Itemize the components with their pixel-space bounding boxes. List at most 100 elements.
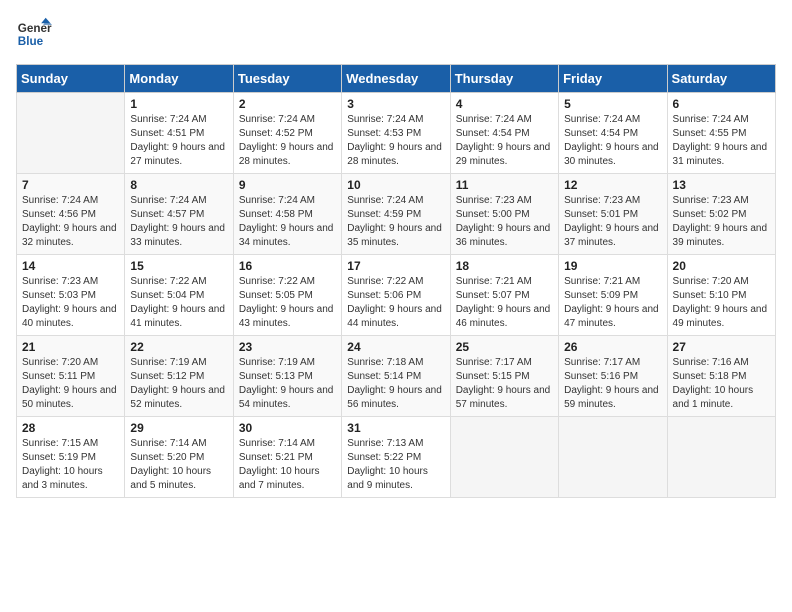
- day-number: 7: [22, 178, 119, 192]
- calendar-cell: 13 Sunrise: 7:23 AMSunset: 5:02 PMDayligh…: [667, 174, 775, 255]
- calendar-week-row: 1 Sunrise: 7:24 AMSunset: 4:51 PMDaylight…: [17, 93, 776, 174]
- logo-icon: General Blue: [16, 16, 52, 52]
- day-number: 27: [673, 340, 770, 354]
- day-info: Sunrise: 7:18 AMSunset: 5:14 PMDaylight:…: [347, 356, 444, 412]
- day-info: Sunrise: 7:24 AMSunset: 4:56 PMDaylight:…: [22, 194, 119, 250]
- calendar-cell: 25 Sunrise: 7:17 AMSunset: 5:15 PMDayligh…: [450, 336, 558, 417]
- day-number: 26: [564, 340, 661, 354]
- page-header: General Blue: [16, 16, 776, 52]
- day-info: Sunrise: 7:24 AMSunset: 4:51 PMDaylight:…: [130, 113, 227, 169]
- day-number: 21: [22, 340, 119, 354]
- calendar-cell: 26 Sunrise: 7:17 AMSunset: 5:16 PMDayligh…: [559, 336, 667, 417]
- calendar-cell: [667, 417, 775, 498]
- day-info: Sunrise: 7:24 AMSunset: 4:52 PMDaylight:…: [239, 113, 336, 169]
- day-info: Sunrise: 7:24 AMSunset: 4:57 PMDaylight:…: [130, 194, 227, 250]
- calendar-cell: 15Sunrise: 7:22 AMSunset: 5:04 PMDayligh…: [125, 255, 233, 336]
- day-info: Sunrise: 7:24 AMSunset: 4:54 PMDaylight:…: [564, 113, 661, 169]
- calendar-cell: 5Sunrise: 7:24 AMSunset: 4:54 PMDaylight…: [559, 93, 667, 174]
- calendar-week-row: 7 Sunrise: 7:24 AMSunset: 4:56 PMDaylight…: [17, 174, 776, 255]
- day-info: Sunrise: 7:17 AMSunset: 5:15 PMDaylight:…: [456, 356, 553, 412]
- day-info: Sunrise: 7:23 AMSunset: 5:00 PMDaylight:…: [456, 194, 553, 250]
- day-info: Sunrise: 7:16 AMSunset: 5:18 PMDaylight:…: [673, 356, 770, 412]
- day-number: 23: [239, 340, 336, 354]
- day-info: Sunrise: 7:22 AMSunset: 5:05 PMDaylight:…: [239, 275, 336, 331]
- calendar-cell: 28Sunrise: 7:15 AMSunset: 5:19 PMDayligh…: [17, 417, 125, 498]
- calendar-cell: [559, 417, 667, 498]
- day-info: Sunrise: 7:24 AMSunset: 4:55 PMDaylight:…: [673, 113, 770, 169]
- day-number: 25: [456, 340, 553, 354]
- calendar-cell: 9Sunrise: 7:24 AMSunset: 4:58 PMDaylight…: [233, 174, 341, 255]
- day-number: 11: [456, 178, 553, 192]
- calendar-cell: 8Sunrise: 7:24 AMSunset: 4:57 PMDaylight…: [125, 174, 233, 255]
- day-info: Sunrise: 7:24 AMSunset: 4:53 PMDaylight:…: [347, 113, 444, 169]
- day-info: Sunrise: 7:23 AMSunset: 5:02 PMDaylight:…: [673, 194, 770, 250]
- day-number: 31: [347, 421, 444, 435]
- day-number: 19: [564, 259, 661, 273]
- calendar-cell: 29 Sunrise: 7:14 AMSunset: 5:20 PMDayligh…: [125, 417, 233, 498]
- calendar-cell: 18 Sunrise: 7:21 AMSunset: 5:07 PMDayligh…: [450, 255, 558, 336]
- day-number: 9: [239, 178, 336, 192]
- day-number: 18: [456, 259, 553, 273]
- day-number: 13: [673, 178, 770, 192]
- day-info: Sunrise: 7:23 AMSunset: 5:01 PMDaylight:…: [564, 194, 661, 250]
- day-info: Sunrise: 7:17 AMSunset: 5:16 PMDaylight:…: [564, 356, 661, 412]
- day-number: 14: [22, 259, 119, 273]
- day-info: Sunrise: 7:14 AMSunset: 5:20 PMDaylight:…: [130, 437, 227, 493]
- calendar-cell: [450, 417, 558, 498]
- day-info: Sunrise: 7:20 AMSunset: 5:10 PMDaylight:…: [673, 275, 770, 331]
- day-info: Sunrise: 7:21 AMSunset: 5:09 PMDaylight:…: [564, 275, 661, 331]
- calendar-cell: 14 Sunrise: 7:23 AMSunset: 5:03 PMDayligh…: [17, 255, 125, 336]
- day-info: Sunrise: 7:23 AMSunset: 5:03 PMDaylight:…: [22, 275, 119, 331]
- day-info: Sunrise: 7:24 AMSunset: 4:54 PMDaylight:…: [456, 113, 553, 169]
- day-number: 1: [130, 97, 227, 111]
- svg-text:Blue: Blue: [18, 35, 44, 48]
- weekday-header: Tuesday: [233, 65, 341, 93]
- weekday-header: Friday: [559, 65, 667, 93]
- calendar-cell: 4 Sunrise: 7:24 AMSunset: 4:54 PMDaylight…: [450, 93, 558, 174]
- weekday-header: Thursday: [450, 65, 558, 93]
- calendar-cell: 22Sunrise: 7:19 AMSunset: 5:12 PMDayligh…: [125, 336, 233, 417]
- day-info: Sunrise: 7:19 AMSunset: 5:12 PMDaylight:…: [130, 356, 227, 412]
- day-number: 24: [347, 340, 444, 354]
- calendar-week-row: 28Sunrise: 7:15 AMSunset: 5:19 PMDayligh…: [17, 417, 776, 498]
- calendar-cell: 30 Sunrise: 7:14 AMSunset: 5:21 PMDayligh…: [233, 417, 341, 498]
- calendar-cell: 19 Sunrise: 7:21 AMSunset: 5:09 PMDayligh…: [559, 255, 667, 336]
- weekday-header: Saturday: [667, 65, 775, 93]
- calendar-cell: 10Sunrise: 7:24 AMSunset: 4:59 PMDayligh…: [342, 174, 450, 255]
- day-number: 4: [456, 97, 553, 111]
- calendar-cell: 31Sunrise: 7:13 AMSunset: 5:22 PMDayligh…: [342, 417, 450, 498]
- calendar-cell: 20 Sunrise: 7:20 AMSunset: 5:10 PMDayligh…: [667, 255, 775, 336]
- day-number: 12: [564, 178, 661, 192]
- day-number: 15: [130, 259, 227, 273]
- day-info: Sunrise: 7:21 AMSunset: 5:07 PMDaylight:…: [456, 275, 553, 331]
- calendar-cell: [17, 93, 125, 174]
- calendar-table: SundayMondayTuesdayWednesdayThursdayFrid…: [16, 64, 776, 498]
- day-number: 20: [673, 259, 770, 273]
- calendar-cell: 17 Sunrise: 7:22 AMSunset: 5:06 PMDayligh…: [342, 255, 450, 336]
- calendar-header-row: SundayMondayTuesdayWednesdayThursdayFrid…: [17, 65, 776, 93]
- calendar-cell: 23 Sunrise: 7:19 AMSunset: 5:13 PMDayligh…: [233, 336, 341, 417]
- day-info: Sunrise: 7:22 AMSunset: 5:06 PMDaylight:…: [347, 275, 444, 331]
- calendar-week-row: 21Sunrise: 7:20 AMSunset: 5:11 PMDayligh…: [17, 336, 776, 417]
- calendar-cell: 1 Sunrise: 7:24 AMSunset: 4:51 PMDaylight…: [125, 93, 233, 174]
- weekday-header: Wednesday: [342, 65, 450, 93]
- weekday-header: Sunday: [17, 65, 125, 93]
- calendar-cell: 16 Sunrise: 7:22 AMSunset: 5:05 PMDayligh…: [233, 255, 341, 336]
- day-number: 17: [347, 259, 444, 273]
- weekday-header: Monday: [125, 65, 233, 93]
- calendar-cell: 6 Sunrise: 7:24 AMSunset: 4:55 PMDaylight…: [667, 93, 775, 174]
- calendar-cell: 24 Sunrise: 7:18 AMSunset: 5:14 PMDayligh…: [342, 336, 450, 417]
- day-info: Sunrise: 7:14 AMSunset: 5:21 PMDaylight:…: [239, 437, 336, 493]
- day-number: 16: [239, 259, 336, 273]
- day-info: Sunrise: 7:24 AMSunset: 4:59 PMDaylight:…: [347, 194, 444, 250]
- calendar-cell: 2Sunrise: 7:24 AMSunset: 4:52 PMDaylight…: [233, 93, 341, 174]
- day-number: 3: [347, 97, 444, 111]
- calendar-cell: 11 Sunrise: 7:23 AMSunset: 5:00 PMDayligh…: [450, 174, 558, 255]
- day-number: 30: [239, 421, 336, 435]
- day-number: 6: [673, 97, 770, 111]
- day-number: 29: [130, 421, 227, 435]
- calendar-cell: 7 Sunrise: 7:24 AMSunset: 4:56 PMDaylight…: [17, 174, 125, 255]
- day-info: Sunrise: 7:19 AMSunset: 5:13 PMDaylight:…: [239, 356, 336, 412]
- calendar-week-row: 14 Sunrise: 7:23 AMSunset: 5:03 PMDayligh…: [17, 255, 776, 336]
- day-number: 28: [22, 421, 119, 435]
